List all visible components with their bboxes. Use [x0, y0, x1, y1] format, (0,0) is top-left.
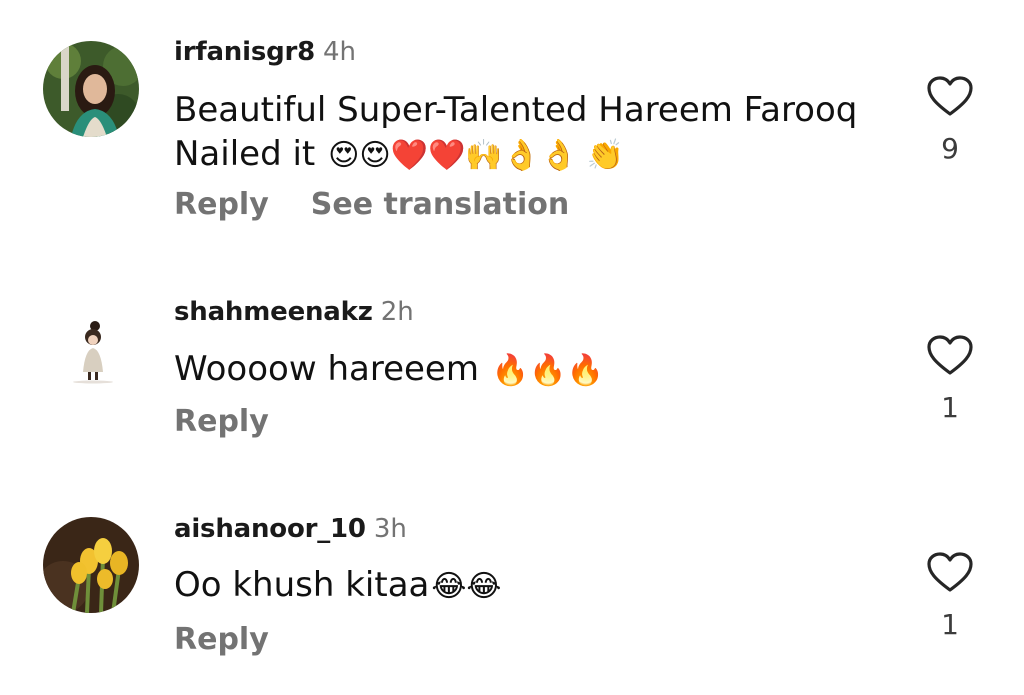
- comment-actions: Reply See translation: [174, 185, 611, 225]
- avatar[interactable]: [43, 41, 139, 137]
- timestamp: 2h: [380, 297, 414, 327]
- username[interactable]: aishanoor_10: [174, 514, 366, 544]
- like-count: 9: [941, 132, 959, 165]
- avatar-image-girl-cartoon: [43, 300, 139, 396]
- comment-text-fragment: Woooow hareeem: [174, 349, 479, 389]
- comment-text: Beautiful Super-Talented Hareem Farooq N…: [174, 88, 894, 178]
- username[interactable]: irfanisgr8: [174, 37, 315, 67]
- emoji-sequence: 😍😍❤️❤️🙌👌👌 👏: [328, 138, 625, 173]
- avatar-image-tulips: [43, 517, 139, 613]
- comment-text-line: Nailed it 😍😍❤️❤️🙌👌👌 👏: [174, 132, 894, 178]
- see-translation-button[interactable]: See translation: [311, 187, 569, 222]
- avatar[interactable]: [43, 517, 139, 613]
- like-count: 1: [941, 608, 959, 641]
- avatar-image-woman: [43, 41, 139, 137]
- heart-outline-icon: [927, 335, 973, 375]
- emoji-sequence: 🔥🔥🔥: [491, 353, 604, 388]
- comment-text-line: Oo khush kitaa😂😂: [174, 563, 894, 609]
- like-button[interactable]: [925, 74, 975, 118]
- timestamp: 3h: [373, 514, 407, 544]
- comment-text: Woooow hareeem 🔥🔥🔥: [174, 347, 894, 393]
- avatar[interactable]: [43, 300, 139, 396]
- comment-header: irfanisgr8 4h: [174, 34, 356, 70]
- comment-header: shahmeenakz 2h: [174, 294, 414, 330]
- reply-button[interactable]: Reply: [174, 404, 269, 439]
- comment-text-line: Woooow hareeem 🔥🔥🔥: [174, 347, 894, 393]
- reply-button[interactable]: Reply: [174, 187, 269, 222]
- like-button[interactable]: [925, 333, 975, 377]
- heart-outline-icon: [927, 76, 973, 116]
- comment-actions: Reply: [174, 402, 311, 442]
- username[interactable]: shahmeenakz: [174, 297, 373, 327]
- comment-text: Oo khush kitaa😂😂: [174, 563, 894, 609]
- comment-text-line: Beautiful Super-Talented Hareem Farooq: [174, 90, 858, 130]
- comment-actions: Reply: [174, 620, 311, 660]
- heart-outline-icon: [927, 552, 973, 592]
- comment-header: aishanoor_10 3h: [174, 511, 407, 547]
- like-button[interactable]: [925, 550, 975, 594]
- comment-text-fragment: Nailed it: [174, 134, 316, 174]
- emoji-sequence: 😂😂: [431, 569, 502, 604]
- reply-button[interactable]: Reply: [174, 622, 269, 657]
- like-count: 1: [941, 391, 959, 424]
- comment-text-fragment: Oo khush kitaa: [174, 565, 430, 605]
- timestamp: 4h: [323, 37, 357, 67]
